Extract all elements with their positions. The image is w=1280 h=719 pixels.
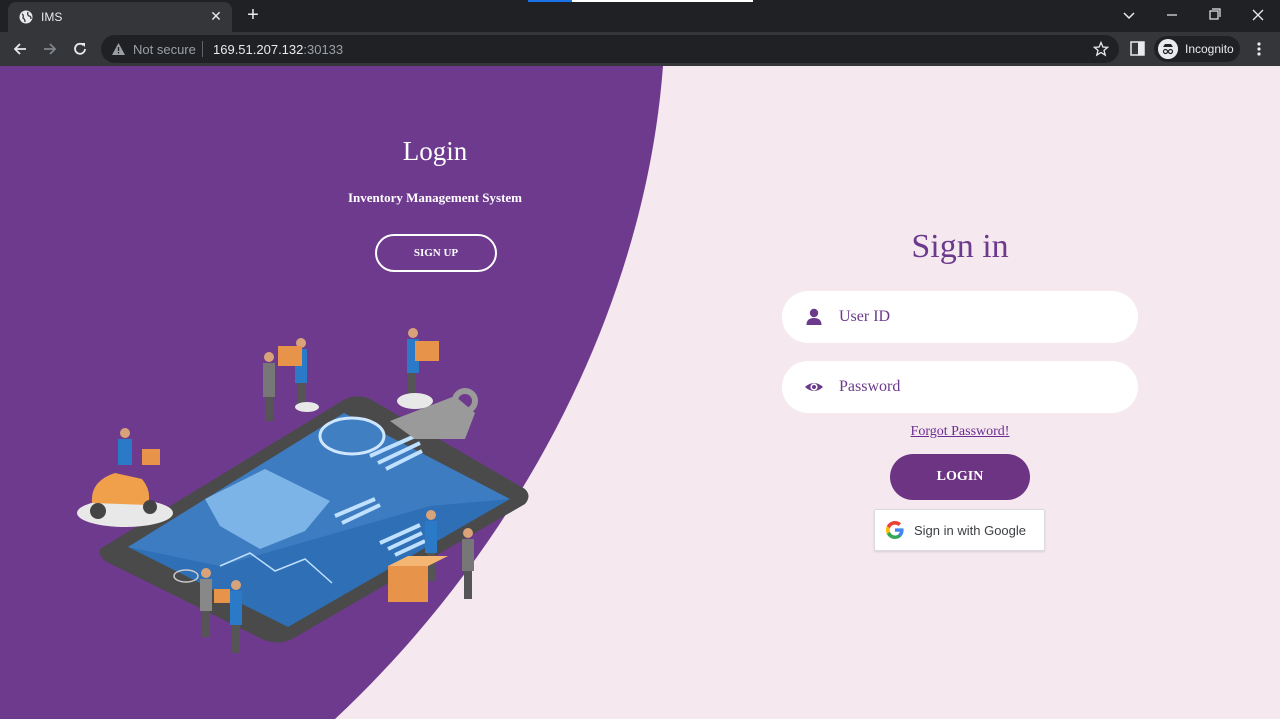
globe-icon: [19, 10, 33, 24]
browser-tab-strip: IMS ✕ +: [0, 0, 1280, 32]
browser-tab[interactable]: IMS ✕: [8, 2, 232, 32]
signup-button[interactable]: SIGN UP: [375, 234, 497, 272]
left-panel-subtitle: Inventory Management System: [347, 190, 523, 205]
incognito-icon: [1158, 39, 1178, 59]
address-separator: [202, 41, 203, 57]
chevron-down-icon[interactable]: [1120, 6, 1138, 24]
close-icon[interactable]: ✕: [208, 8, 224, 24]
google-icon: [886, 521, 904, 539]
password-input[interactable]: [839, 371, 1119, 403]
browser-toolbar: Not secure 169.51.207.132:30133 Incognit…: [0, 32, 1280, 66]
incognito-badge[interactable]: Incognito: [1154, 36, 1240, 62]
star-icon[interactable]: [1093, 41, 1109, 57]
password-field[interactable]: [782, 361, 1138, 413]
side-panel-icon[interactable]: [1130, 41, 1145, 56]
left-panel-title: Login: [402, 136, 468, 166]
reload-icon[interactable]: [71, 40, 89, 58]
profile-label: Incognito: [1185, 42, 1234, 56]
google-signin-label: Sign in with Google: [914, 523, 1027, 538]
url-text: 169.51.207.132:30133: [213, 42, 343, 57]
restore-icon[interactable]: [1194, 0, 1236, 30]
inventory-clipboard-illustration: [77, 328, 529, 653]
login-page: Login Inventory Management System SIGN U…: [0, 66, 1280, 719]
user-icon: [806, 308, 822, 325]
plus-icon[interactable]: +: [243, 5, 263, 25]
forward-arrow-icon[interactable]: [41, 40, 59, 58]
user-id-input[interactable]: [839, 301, 1119, 333]
security-label: Not secure: [133, 42, 196, 57]
google-signin-button[interactable]: Sign in with Google: [874, 509, 1045, 551]
url-host: 169.51.207.132: [213, 42, 304, 57]
window-close-icon[interactable]: [1237, 0, 1279, 30]
minimize-icon[interactable]: [1151, 0, 1193, 30]
warning-icon: [112, 43, 125, 55]
signin-title: Sign in: [911, 228, 1009, 265]
tab-strip-accent: [528, 0, 572, 2]
eye-icon[interactable]: [804, 377, 824, 397]
more-vert-icon[interactable]: [1250, 40, 1268, 58]
tab-title: IMS: [41, 10, 63, 24]
back-arrow-icon[interactable]: [11, 40, 29, 58]
forgot-password-link[interactable]: Forgot Password!: [860, 424, 1060, 440]
user-id-field[interactable]: [782, 291, 1138, 343]
tab-strip-highlight: [572, 0, 753, 2]
address-bar[interactable]: Not secure 169.51.207.132:30133: [101, 35, 1119, 63]
url-port: :30133: [303, 42, 344, 57]
login-button[interactable]: LOGIN: [890, 454, 1030, 500]
